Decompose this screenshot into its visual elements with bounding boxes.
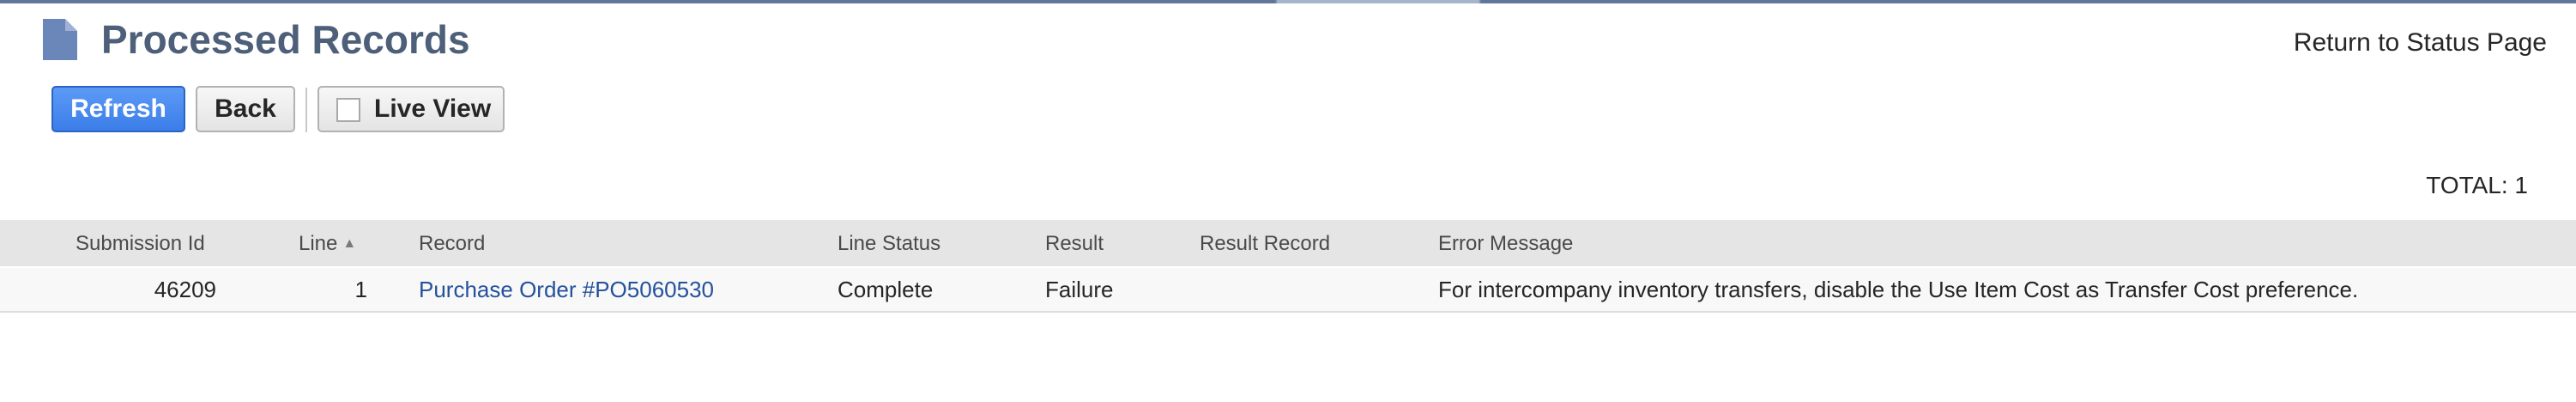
column-header-result[interactable]: Result xyxy=(1045,230,1104,258)
table-header: Submission Id Line ▲ Record Line Status R… xyxy=(0,220,2576,266)
top-accent-stripe xyxy=(0,0,2576,3)
live-view-button[interactable]: Live View xyxy=(317,86,505,132)
cell-error-message: For intercompany inventory transfers, di… xyxy=(1438,277,2359,302)
column-header-record[interactable]: Record xyxy=(419,230,485,258)
cell-submission-id: 46209 xyxy=(154,277,216,302)
cell-line: 1 xyxy=(354,277,367,302)
cell-line-status: Complete xyxy=(838,277,934,302)
refresh-button[interactable]: Refresh xyxy=(51,86,185,132)
table-row: 46209 1 Purchase Order #PO5060530 Comple… xyxy=(0,268,2576,313)
record-link[interactable]: Purchase Order #PO5060530 xyxy=(419,275,714,304)
column-header-error-message[interactable]: Error Message xyxy=(1438,230,1573,258)
column-header-line-status[interactable]: Line Status xyxy=(838,230,940,258)
live-view-checkbox[interactable] xyxy=(336,98,360,122)
total-count: TOTAL: 1 xyxy=(2426,172,2528,198)
return-to-status-link[interactable]: Return to Status Page xyxy=(2294,26,2547,60)
live-view-label: Live View xyxy=(374,94,492,123)
page-title: Processed Records xyxy=(101,17,470,62)
column-header-line-label: Line xyxy=(299,232,338,255)
column-header-line[interactable]: Line ▲ xyxy=(299,230,356,260)
sort-ascending-icon: ▲ xyxy=(342,236,357,251)
toolbar-divider xyxy=(305,88,307,132)
cell-result: Failure xyxy=(1045,277,1114,302)
column-header-result-record[interactable]: Result Record xyxy=(1200,230,1330,258)
document-icon xyxy=(43,19,77,60)
column-header-submission-id[interactable]: Submission Id xyxy=(76,230,205,258)
back-button[interactable]: Back xyxy=(196,86,295,132)
